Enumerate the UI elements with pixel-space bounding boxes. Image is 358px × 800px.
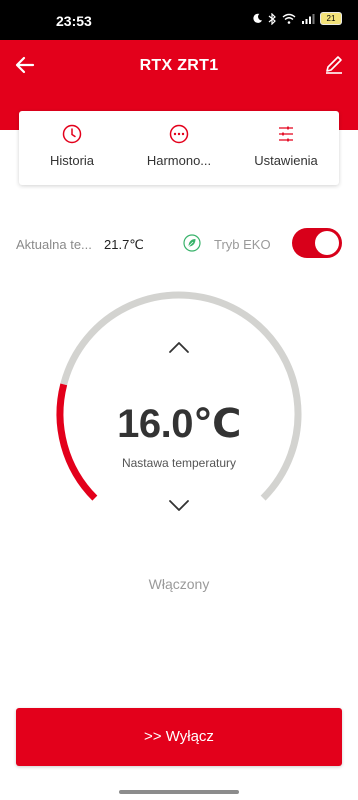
setpoint-label: Nastawa temperatury bbox=[121, 456, 237, 470]
eco-mode-label: Tryb EKO bbox=[214, 237, 271, 252]
wifi-icon bbox=[282, 13, 296, 24]
menu-item-history[interactable]: Historia bbox=[19, 111, 125, 185]
dots-circle-icon bbox=[169, 124, 189, 144]
battery-icon: 21 bbox=[320, 12, 342, 25]
status-bar: 23:53 21 bbox=[0, 0, 358, 40]
setpoint-temperature: 16.0℃ bbox=[117, 402, 241, 446]
eco-mode-toggle[interactable] bbox=[292, 228, 342, 258]
decrease-temperature-chevron-down-icon[interactable] bbox=[168, 499, 190, 513]
current-temperature-value: 21.7℃ bbox=[104, 237, 144, 252]
menu-item-history-label: Historia bbox=[49, 153, 95, 168]
increase-temperature-chevron-up-icon[interactable] bbox=[168, 340, 190, 354]
thermostat-dial: 16.0℃ Nastawa temperatury bbox=[0, 290, 358, 560]
settings-sliders-icon bbox=[279, 126, 293, 142]
device-status: Włączony bbox=[148, 576, 210, 592]
power-off-button[interactable]: >> Wyłącz bbox=[16, 708, 342, 766]
moon-icon bbox=[253, 13, 263, 23]
menu-item-schedule-label: Harmono... bbox=[146, 153, 212, 168]
toggle-knob bbox=[315, 231, 339, 255]
page-title: RTX ZRT1 bbox=[139, 57, 219, 74]
clock-icon bbox=[62, 124, 82, 144]
home-indicator bbox=[119, 790, 239, 794]
status-icons: 21 bbox=[252, 12, 342, 25]
edit-pencil-icon[interactable] bbox=[324, 54, 344, 74]
menu-item-settings[interactable]: Ustawienia bbox=[233, 111, 339, 185]
device-menu-card: Historia Harmono... Ustawienia bbox=[19, 111, 339, 185]
current-temperature-label: Aktualna te... bbox=[16, 237, 92, 252]
eco-leaf-icon bbox=[183, 234, 201, 252]
signal-icon bbox=[302, 14, 315, 24]
bluetooth-icon bbox=[268, 12, 276, 25]
menu-item-settings-label: Ustawienia bbox=[254, 153, 318, 168]
menu-item-schedule[interactable]: Harmono... bbox=[126, 111, 232, 185]
current-temperature-row: Aktualna te... 21.7℃ Tryb EKO bbox=[0, 226, 358, 266]
status-time: 23:53 bbox=[56, 13, 92, 29]
power-off-button-label: >> Wyłącz bbox=[144, 728, 214, 745]
